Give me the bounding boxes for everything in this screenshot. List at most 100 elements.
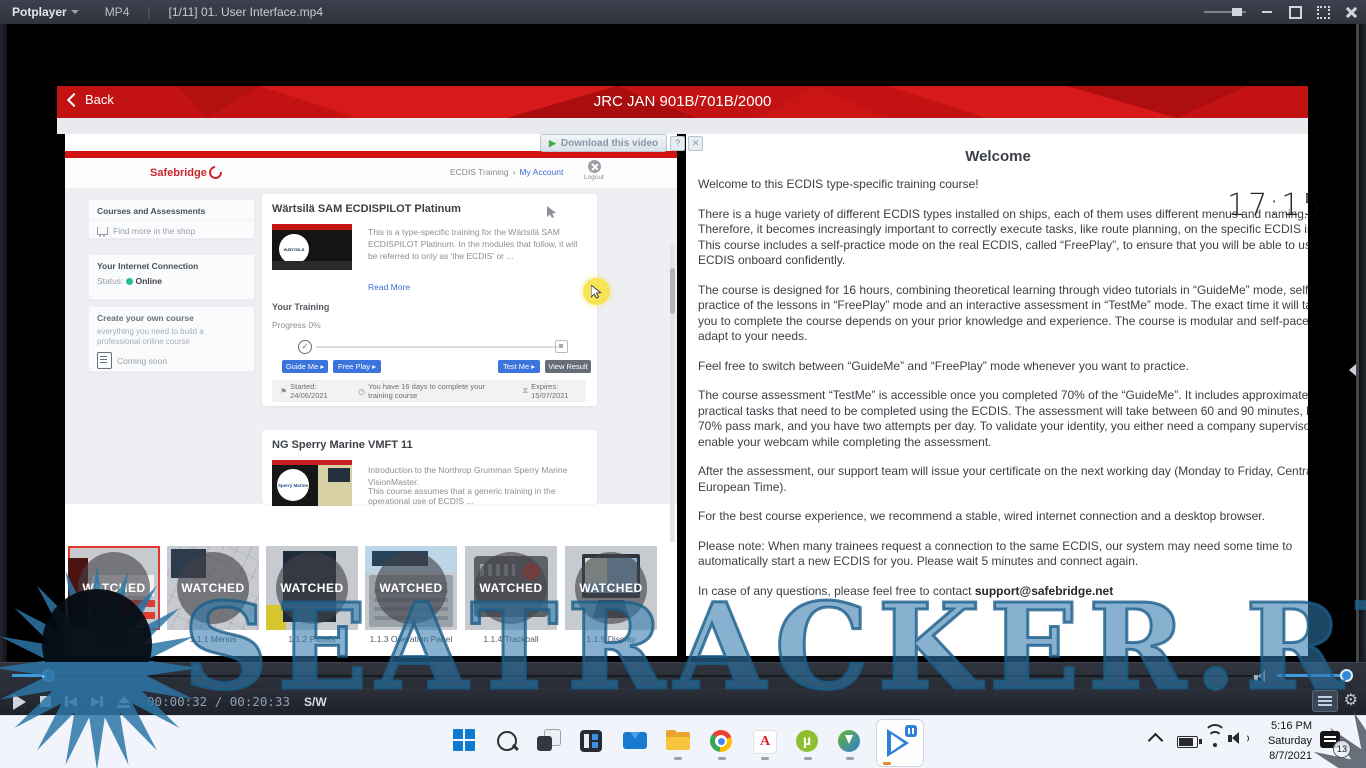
welcome-paragraph: Welcome to this ECDIS type-specific trai… (698, 177, 1308, 193)
lesson-thumb-display[interactable]: WATCHED 1.1.5 Display (565, 546, 657, 644)
mail-app-button[interactable] (623, 729, 647, 753)
check-circle-icon: ✓ (298, 340, 312, 354)
connection-status-row: Status:Online (89, 275, 254, 287)
welcome-title: Welcome (698, 148, 1298, 165)
progress-bar: ✓ (298, 340, 568, 354)
course-description: This is a type-specific training for the… (368, 226, 580, 262)
card-title: Your Internet Connection (89, 255, 254, 275)
network-tray-button[interactable] (1206, 733, 1230, 757)
safebridge-logo[interactable]: Safebridge (150, 166, 222, 179)
titlebar-divider: | (147, 5, 150, 19)
close-window-button[interactable] (1344, 5, 1358, 19)
battery-icon (1177, 736, 1198, 748)
course-thumbnail[interactable]: Sperry Marine (272, 460, 352, 506)
course-card-wartsila: Wärtsilä SAM ECDISPILOT Platinum WÄRTSIL… (262, 194, 597, 406)
video-right-scrollbar[interactable] (1356, 24, 1359, 662)
acrobat-button[interactable]: A (753, 729, 777, 753)
running-indicator (718, 757, 726, 760)
lesson-thumb-trackball[interactable]: WATCHED 1.1.4 Trackball (465, 546, 557, 644)
tray-overflow-button[interactable] (1150, 735, 1174, 759)
lesson-thumbnail-strip: WATCHED Welcome WATCHED 1.1.1 Menus WATC… (65, 542, 677, 656)
download-video-button[interactable]: ▶ Download this video (540, 134, 667, 152)
maximize-button[interactable] (1288, 5, 1302, 19)
lesson-thumb-welcome[interactable]: WATCHED Welcome (68, 546, 160, 644)
course-info-bar: ⚑Started: 24/06/2021 ◷You have 16 days t… (272, 380, 586, 402)
download-overlay: ▶ Download this video ? ✕ (540, 134, 703, 152)
welcome-paragraph: For the best course experience, we recom… (698, 509, 1308, 525)
safebridge-logo-text: Safebridge (150, 167, 207, 179)
volume-handle[interactable] (1340, 669, 1353, 682)
minimize-button[interactable] (1260, 5, 1274, 19)
taskbar-search-button[interactable] (495, 729, 519, 753)
video-clock-overlay: 17:15 (1227, 188, 1323, 223)
chrome-button[interactable] (710, 729, 734, 753)
open-file-button[interactable] (110, 688, 137, 715)
screen: Potplayer MP4 | [1/11] 01. User Interfac… (0, 0, 1366, 768)
next-button[interactable] (84, 688, 110, 715)
stop-button[interactable] (33, 688, 58, 715)
course-line2: This course assumes that a generic train… (368, 486, 580, 506)
battery-tray-button[interactable] (1177, 736, 1201, 760)
windows-start-icon (453, 729, 477, 751)
lesson-thumb-menus[interactable]: WATCHED 1.1.1 Menus (167, 546, 259, 644)
clock-time: 5:16 PM (1242, 719, 1312, 734)
play-button[interactable] (6, 688, 33, 715)
previous-button[interactable] (58, 688, 84, 715)
course-thumbnail[interactable]: WÄRTSILÄ (272, 224, 352, 270)
logout-button[interactable]: Logout (577, 160, 611, 181)
start-button[interactable] (453, 729, 477, 753)
settings-gear-button[interactable]: ⚙ (1344, 691, 1358, 711)
seek-handle[interactable] (42, 669, 55, 682)
watched-badge: WATCHED (78, 552, 150, 624)
cart-icon (97, 227, 108, 235)
active-app-indicator (883, 762, 891, 765)
video-area[interactable]: Back JRC JAN 901B/701B/2000 Safebridge E… (0, 24, 1366, 662)
player-controls: 00:00:32 / 00:20:33 S/W ⚙ (0, 688, 1366, 715)
nav-ecdis-training[interactable]: ECDIS Training (450, 167, 509, 177)
safebridge-logo-icon (206, 163, 224, 181)
clock-day: Saturday (1242, 734, 1312, 749)
playlist-button[interactable] (1312, 690, 1338, 712)
titlebar-volume-slider[interactable] (1204, 11, 1246, 13)
mail-icon (623, 732, 647, 749)
app-menu-button[interactable]: Potplayer (12, 5, 79, 19)
file-explorer-button[interactable] (666, 729, 690, 753)
lesson-label: 1.1.2 Panels (266, 634, 358, 644)
volume-slider[interactable] (1277, 674, 1349, 677)
running-indicator (804, 757, 812, 760)
idm-button[interactable] (838, 729, 862, 753)
watched-badge: WATCHED (276, 552, 348, 624)
free-play-button[interactable]: Free Play ▸ (333, 360, 381, 373)
logout-label: Logout (577, 174, 611, 181)
widgets-app-button[interactable] (580, 729, 604, 753)
shop-link[interactable]: Find more in the shop (89, 221, 254, 241)
tiles-app-icon (580, 730, 602, 752)
days-left-label: You have 16 days to complete your traini… (368, 382, 508, 400)
potplayer-taskbar-button[interactable] (876, 719, 924, 767)
site-scrollbar[interactable] (670, 244, 675, 544)
view-result-button[interactable]: View Result (545, 360, 591, 373)
notification-center-button[interactable]: 13 (1320, 731, 1340, 748)
seek-track[interactable] (12, 675, 1252, 677)
overlay-help-button[interactable]: ? (670, 136, 685, 151)
render-mode-label: S/W (304, 695, 327, 709)
contact-prefix: In case of any questions, please feel fr… (698, 584, 975, 598)
lesson-thumb-operation-panel[interactable]: WATCHED 1.1.3 Operation Panel (365, 546, 457, 644)
lesson-thumb-panels[interactable]: WATCHED 1.1.2 Panels (266, 546, 358, 644)
guide-me-button[interactable]: Guide Me ▸ (282, 360, 328, 373)
running-indicator (846, 757, 854, 760)
test-me-button[interactable]: Test Me ▸ (498, 360, 540, 373)
taskbar-clock[interactable]: 5:16 PM Saturday 8/7/2021 (1242, 719, 1312, 764)
overlay-close-button[interactable]: ✕ (688, 136, 703, 151)
thumb-menu (328, 468, 350, 482)
running-indicator (674, 757, 682, 760)
download-play-icon: ▶ (549, 138, 556, 149)
welcome-paragraph: After the assessment, our support team w… (698, 464, 1308, 495)
nav-my-account[interactable]: My Account (519, 167, 563, 177)
welcome-paragraph: The course assessment “TestMe” is access… (698, 388, 1308, 450)
fullscreen-button[interactable] (1316, 5, 1330, 19)
task-view-button[interactable] (537, 729, 561, 753)
read-more-link[interactable]: Read More (368, 282, 410, 292)
utorrent-button[interactable]: µ (796, 729, 820, 753)
hourglass-icon: ⧖ (522, 386, 528, 396)
